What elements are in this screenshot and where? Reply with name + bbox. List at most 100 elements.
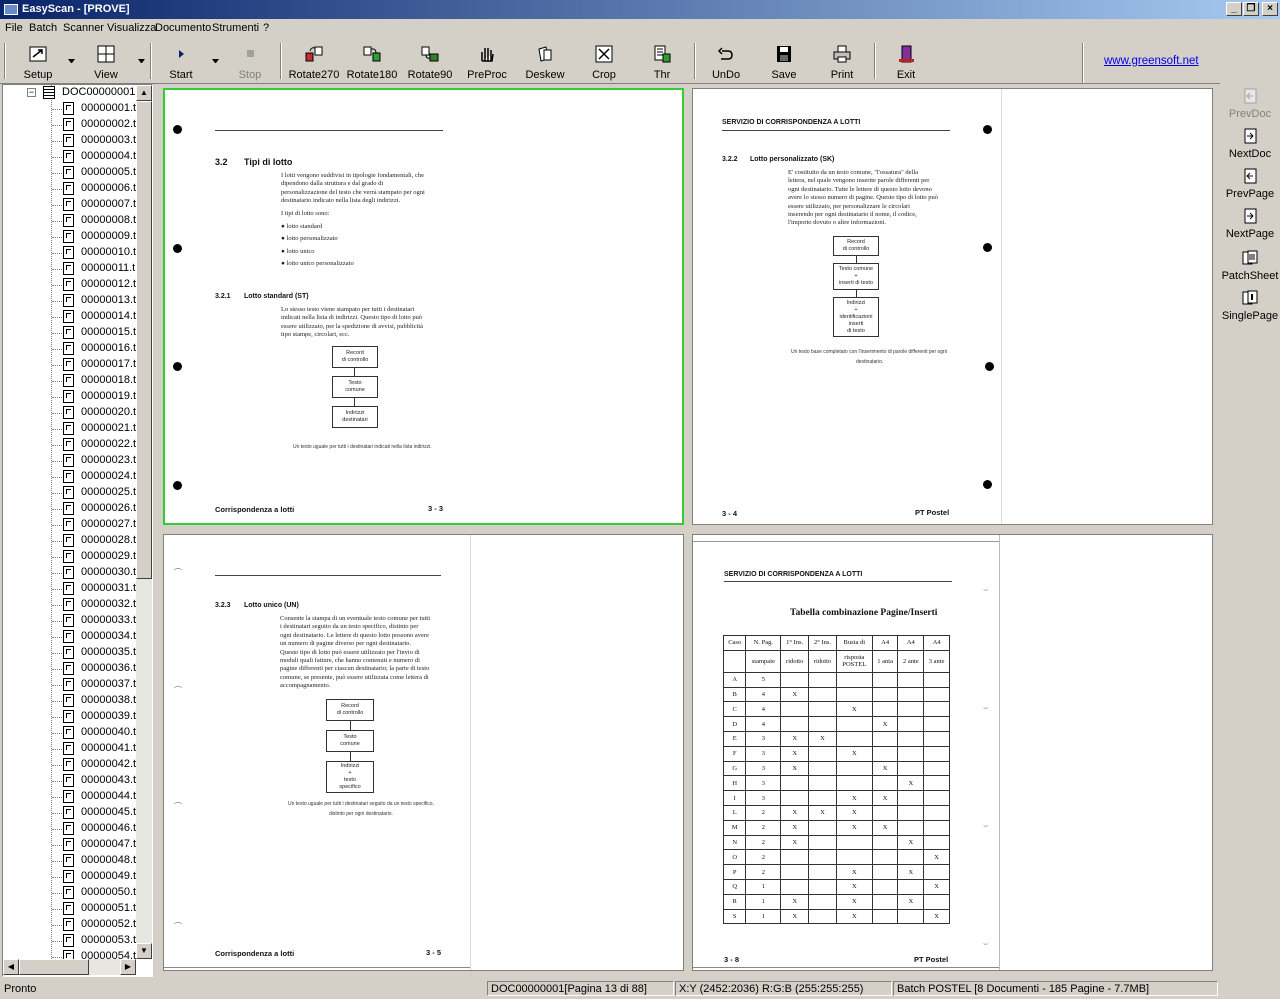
menu-scanner[interactable]: Scanner xyxy=(63,22,104,34)
scroll-down-icon[interactable]: ▼ xyxy=(136,943,152,959)
setup-dropdown-icon[interactable] xyxy=(68,59,75,63)
tree-page-item[interactable]: 00000046.t xyxy=(3,821,136,837)
tree-page-item[interactable]: 00000044.t xyxy=(3,789,136,805)
print-button[interactable]: Print xyxy=(822,41,862,81)
scroll-thumb[interactable] xyxy=(136,101,152,579)
nextpage-button[interactable]: NextPage xyxy=(1220,206,1280,246)
save-button[interactable]: Save xyxy=(764,41,804,81)
tree-page-item[interactable]: 00000034.t xyxy=(3,629,136,645)
tree-page-item[interactable]: 00000004.t xyxy=(3,149,136,165)
tree-page-item[interactable]: 00000032.t xyxy=(3,597,136,613)
tree-page-item[interactable]: 00000035.t xyxy=(3,645,136,661)
menu-strumenti[interactable]: Strumenti xyxy=(212,22,259,34)
close-button[interactable]: × xyxy=(1262,2,1278,16)
tree-page-item[interactable]: 00000043.t xyxy=(3,773,136,789)
tree-page-item[interactable]: 00000027.t xyxy=(3,517,136,533)
tree-page-item[interactable]: 00000054.t xyxy=(3,949,136,959)
start-dropdown-icon[interactable] xyxy=(212,59,219,63)
crop-button[interactable]: Crop xyxy=(584,41,624,81)
tree-page-item[interactable]: 00000011.t xyxy=(3,261,136,277)
setup-button[interactable]: Setup xyxy=(16,41,60,81)
exit-button[interactable]: Exit xyxy=(886,41,926,81)
tree-page-item[interactable]: 00000021.t xyxy=(3,421,136,437)
tree-vertical-scrollbar[interactable]: ▲ ▼ xyxy=(136,85,152,959)
title-bar[interactable]: EasyScan - [PROVE] _ ❐ × xyxy=(0,0,1280,19)
rotate90-button[interactable]: Rotate90 xyxy=(404,41,456,81)
tree-page-item[interactable]: 00000017.t xyxy=(3,357,136,373)
menu-batch[interactable]: Batch xyxy=(29,22,57,34)
tree-page-item[interactable]: 00000031.t xyxy=(3,581,136,597)
deskew-button[interactable]: Deskew xyxy=(522,41,568,81)
menu-visualizza[interactable]: Visualizza xyxy=(107,22,156,34)
tree-page-item[interactable]: 00000022.t xyxy=(3,437,136,453)
tree-page-item[interactable]: 00000010.t xyxy=(3,245,136,261)
tree-page-item[interactable]: 00000018.t xyxy=(3,373,136,389)
restore-button[interactable]: ❐ xyxy=(1243,2,1259,16)
tree-page-item[interactable]: 00000015.t xyxy=(3,325,136,341)
preproc-button[interactable]: PreProc xyxy=(464,41,510,81)
menu-documento[interactable]: Documento xyxy=(155,22,211,34)
tree-page-item[interactable]: 00000050.t xyxy=(3,885,136,901)
tree-page-item[interactable]: 00000016.t xyxy=(3,341,136,357)
tree-page-item[interactable]: 00000037.t xyxy=(3,677,136,693)
tree-page-item[interactable]: 00000047.t xyxy=(3,837,136,853)
tree-page-item[interactable]: 00000012.t xyxy=(3,277,136,293)
tree-page-item[interactable]: 00000003.t xyxy=(3,133,136,149)
tree-page-item[interactable]: 00000030.t xyxy=(3,565,136,581)
undo-button[interactable]: UnDo xyxy=(706,41,746,81)
tree-page-item[interactable]: 00000041.t xyxy=(3,741,136,757)
scroll-right-icon[interactable]: ▶ xyxy=(120,959,136,975)
tree-page-item[interactable]: 00000052.t xyxy=(3,917,136,933)
page-thumbnail-3-4[interactable]: SERVIZIO DI CORRISPONDENZA A LOTTI 3.2.2… xyxy=(692,88,1213,525)
page-viewer[interactable]: 3.2 Tipi di lotto I lotti vengono suddiv… xyxy=(158,84,1220,977)
page-thumbnail-3-3[interactable]: 3.2 Tipi di lotto I lotti vengono suddiv… xyxy=(163,88,684,525)
minimize-button[interactable]: _ xyxy=(1226,2,1242,16)
collapse-icon[interactable]: − xyxy=(27,88,36,97)
tree-page-item[interactable]: 00000038.t xyxy=(3,693,136,709)
patchsheet-button[interactable]: PatchSheet xyxy=(1220,248,1280,288)
tree-page-item[interactable]: 00000009.t xyxy=(3,229,136,245)
tree-page-item[interactable]: 00000049.t xyxy=(3,869,136,885)
tree-page-item[interactable]: 00000002.t xyxy=(3,117,136,133)
tree-page-item[interactable]: 00000023.t xyxy=(3,453,136,469)
tree-page-item[interactable]: 00000001.t xyxy=(3,101,136,117)
tree-page-item[interactable]: 00000033.t xyxy=(3,613,136,629)
prevdoc-button[interactable]: PrevDoc xyxy=(1220,86,1280,126)
page-thumbnail-3-5[interactable]: ⌒ ⌒ ⌒ ⌒ 3.2.3 Lotto unico (UN) Consente … xyxy=(163,534,684,971)
menu-help[interactable]: ? xyxy=(263,22,269,34)
tree-page-item[interactable]: 00000051.t xyxy=(3,901,136,917)
tree-page-item[interactable]: 00000014.t xyxy=(3,309,136,325)
view-dropdown-icon[interactable] xyxy=(138,59,145,63)
tree-horizontal-scrollbar[interactable]: ◀ ▶ xyxy=(3,959,136,975)
prevpage-button[interactable]: PrevPage xyxy=(1220,166,1280,206)
view-button[interactable]: View xyxy=(86,41,126,81)
tree-page-item[interactable]: 00000028.t xyxy=(3,533,136,549)
start-button[interactable]: Start xyxy=(162,41,200,81)
tree-page-item[interactable]: 00000020.t xyxy=(3,405,136,421)
tree-page-item[interactable]: 00000008.t xyxy=(3,213,136,229)
tree-page-item[interactable]: 00000025.t xyxy=(3,485,136,501)
tree-page-item[interactable]: 00000005.t xyxy=(3,165,136,181)
tree-page-item[interactable]: 00000045.t xyxy=(3,805,136,821)
document-tree[interactable]: − DOC00000001 00000001.t 00000002.t 000000… xyxy=(2,84,153,977)
singlepage-button[interactable]: SinglePage xyxy=(1220,288,1280,328)
scroll-up-icon[interactable]: ▲ xyxy=(136,85,152,101)
tree-page-item[interactable]: 00000013.t xyxy=(3,293,136,309)
tree-page-item[interactable]: 00000040.t xyxy=(3,725,136,741)
threshold-button[interactable]: Thr xyxy=(644,41,680,81)
tree-page-item[interactable]: 00000006.t xyxy=(3,181,136,197)
tree-page-item[interactable]: 00000048.t xyxy=(3,853,136,869)
tree-page-item[interactable]: 00000029.t xyxy=(3,549,136,565)
tree-page-item[interactable]: 00000053.t xyxy=(3,933,136,949)
tree-page-item[interactable]: 00000024.t xyxy=(3,469,136,485)
nextdoc-button[interactable]: NextDoc xyxy=(1220,126,1280,166)
tree-page-item[interactable]: 00000026.t xyxy=(3,501,136,517)
rotate180-button[interactable]: Rotate180 xyxy=(344,41,400,81)
website-link[interactable]: www.greensoft.net xyxy=(1104,55,1199,67)
rotate270-button[interactable]: Rotate270 xyxy=(286,41,342,81)
page-thumbnail-3-8[interactable]: ⌣ ⌣ ⌣ ⌣ SERVIZIO DI CORRISPONDENZA A LOT… xyxy=(692,534,1213,971)
tree-root[interactable]: − DOC00000001 xyxy=(3,85,136,101)
tree-page-item[interactable]: 00000019.t xyxy=(3,389,136,405)
scroll-left-icon[interactable]: ◀ xyxy=(3,959,19,975)
tree-page-item[interactable]: 00000007.t xyxy=(3,197,136,213)
